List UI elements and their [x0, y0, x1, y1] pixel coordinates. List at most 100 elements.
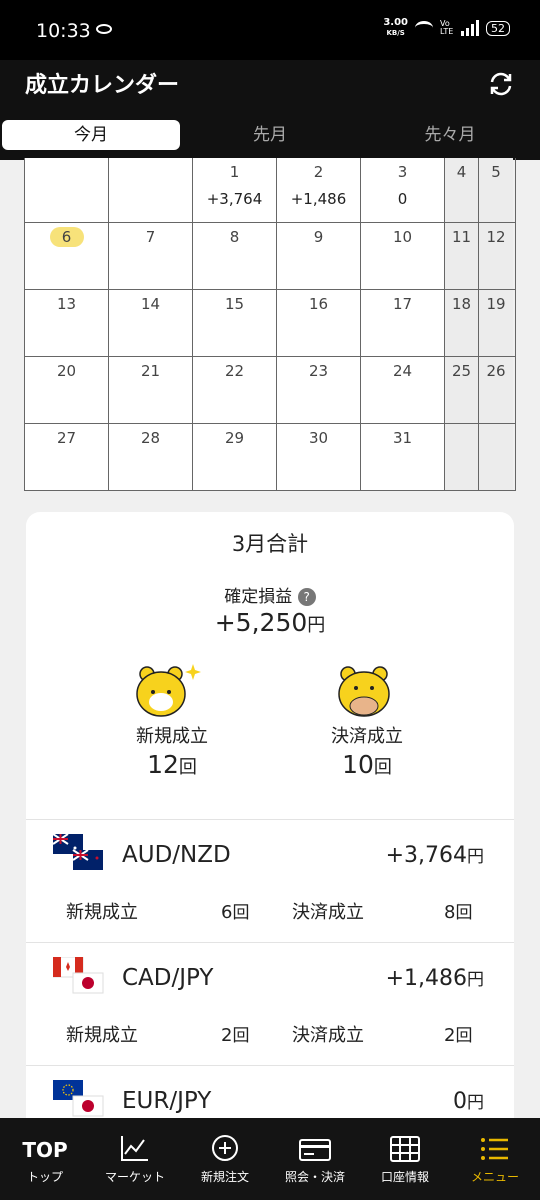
calendar-day-number: 5: [491, 163, 501, 181]
calendar-day-number: 9: [313, 228, 324, 246]
calendar-day-number: 16: [308, 295, 329, 313]
calendar-day-number: 14: [140, 295, 161, 313]
tiger-mascot-icon: [136, 664, 201, 717]
calendar-week-row: 1 +3,764 2 +1,486 3 0 4 5: [25, 158, 515, 222]
calendar-day-cell[interactable]: 28: [109, 424, 193, 490]
calendar-day-number: 26: [486, 362, 506, 380]
calendar-day-cell[interactable]: 12: [479, 223, 513, 289]
calendar-day-cell[interactable]: 31: [361, 424, 445, 490]
calendar-day-cell[interactable]: 8: [193, 223, 277, 289]
summary-card: 3月合計 確定損益 ? +5,250円 新規成立 12回 決済成立 10回 AU…: [26, 512, 514, 1200]
calendar-day-cell[interactable]: 23: [277, 357, 361, 423]
pair-settle-count: 2回: [444, 1025, 473, 1046]
nav-market[interactable]: マーケット: [90, 1118, 180, 1200]
help-icon[interactable]: ?: [297, 588, 316, 606]
currency-pair-row[interactable]: CAD/JPY +1,486円 新規成立 2回 決済成立 2回: [26, 942, 514, 1065]
status-time: 10:33: [36, 20, 91, 42]
calendar-day-cell[interactable]: 30: [361, 158, 445, 222]
calendar-day-cell[interactable]: 16: [277, 290, 361, 356]
calendar-day-cell[interactable]: 5: [479, 158, 513, 222]
calendar-day-number: 8: [229, 228, 240, 246]
calendar-day-cell: [25, 158, 109, 222]
calendar-day-cell[interactable]: 18: [445, 290, 479, 356]
calendar-day-cell[interactable]: 15: [193, 290, 277, 356]
currency-pair-row[interactable]: AUD/NZD +3,764円 新規成立 6回 決済成立 8回: [26, 819, 514, 942]
calendar-day-cell[interactable]: 30: [277, 424, 361, 490]
calendar-day-cell[interactable]: 14: [109, 290, 193, 356]
pair-new-count: 2回: [221, 1025, 250, 1046]
status-bar: 10:33 3.00 KB/S Vo LTE 52: [0, 0, 540, 60]
calendar-day-cell[interactable]: 1 +3,764: [193, 158, 277, 222]
calendar-day-number: 11: [451, 228, 472, 246]
calendar-day-number: 29: [224, 429, 245, 447]
calendar-day-cell[interactable]: 21: [109, 357, 193, 423]
calendar-day-number: 30: [308, 429, 329, 447]
calendar-day-cell[interactable]: 29: [193, 424, 277, 490]
calendar-day-cell[interactable]: 22: [193, 357, 277, 423]
pair-pl: +3,764円: [385, 843, 484, 868]
calendar-day-cell[interactable]: 27: [25, 424, 109, 490]
calendar-day-number: 7: [145, 228, 156, 246]
calendar-day-cell[interactable]: 7: [109, 223, 193, 289]
calendar-day-number: 15: [224, 295, 245, 313]
bottom-nav: TOP トップ マーケット 新規注文 照会・決済 口座情報 メニュー: [0, 1118, 540, 1200]
today-highlight: 6: [49, 227, 84, 247]
calendar-day-cell[interactable]: 26: [479, 357, 513, 423]
nav-new-order[interactable]: 新規注文: [180, 1118, 270, 1200]
pair-settle-label: 決済成立: [292, 902, 364, 923]
calendar-day-cell[interactable]: 10: [361, 223, 445, 289]
pair-new-label: 新規成立: [66, 902, 138, 923]
tab-two-months-ago[interactable]: 先々月: [360, 120, 540, 150]
calendar-day-cell: [109, 158, 193, 222]
pair-pl: +1,486円: [385, 966, 484, 991]
calendar-grid: 1 +3,764 2 +1,486 3 0 4 5 6 7 8 9 10 11 12 13 14 15 16 17 18…: [24, 158, 516, 491]
calendar-day-number: [109, 162, 192, 182]
nav-menu[interactable]: メニュー: [450, 1118, 540, 1200]
calendar-day-number: 27: [56, 429, 77, 447]
nav-account-info[interactable]: 口座情報: [360, 1118, 450, 1200]
calendar-day-number: 4: [456, 163, 467, 181]
tab-this-month[interactable]: 今月: [2, 120, 180, 150]
calendar-day-number: 17: [392, 295, 413, 313]
app-header: 成立カレンダー 今月 先月 先々月: [0, 60, 540, 160]
volte-icon: Vo LTE: [440, 19, 454, 36]
calendar-day-cell: [445, 424, 479, 490]
page-title: 成立カレンダー: [25, 73, 180, 98]
calendar-day-number: [445, 428, 478, 448]
calendar-day-cell[interactable]: 4: [445, 158, 479, 222]
calendar-day-number: 19: [486, 295, 506, 313]
calendar-day-number: 28: [140, 429, 161, 447]
nav-inquiry-settlement[interactable]: 照会・決済: [270, 1118, 360, 1200]
calendar-day-number: 23: [308, 362, 329, 380]
calendar-day-cell[interactable]: 24: [361, 357, 445, 423]
calendar-day-cell[interactable]: 6: [25, 223, 109, 289]
wifi-icon: [415, 21, 433, 35]
calendar-day-cell: [479, 424, 513, 490]
nav-top[interactable]: TOP トップ: [0, 1118, 90, 1200]
calendar-day-number: 21: [140, 362, 161, 380]
settlements-count: 10回: [342, 750, 392, 779]
calendar-day-cell[interactable]: 20: [25, 357, 109, 423]
calendar-day-cell[interactable]: 13: [25, 290, 109, 356]
pair-pl: 0円: [453, 1089, 484, 1114]
calendar-day-cell[interactable]: 11: [445, 223, 479, 289]
new-orders-label: 新規成立: [136, 726, 208, 747]
calendar-day-cell[interactable]: 2 +1,486: [277, 158, 361, 222]
pair-name: AUD/NZD: [122, 842, 231, 868]
realized-pl-label: 確定損益 ?: [26, 582, 514, 607]
tab-last-month[interactable]: 先月: [180, 120, 360, 150]
network-speed: 3.00 KB/S: [383, 17, 408, 38]
month-tabs: 今月 先月 先々月: [0, 120, 540, 150]
calendar-week-row: 13 14 15 16 17 18 19: [25, 289, 515, 356]
calendar-day-cell[interactable]: 25: [445, 357, 479, 423]
calendar-day-number: 6: [25, 227, 108, 247]
calendar-day-cell[interactable]: 9: [277, 223, 361, 289]
calendar-day-cell[interactable]: 17: [361, 290, 445, 356]
refresh-icon[interactable]: [487, 70, 515, 98]
calendar-day-pl: +1,486: [290, 190, 347, 208]
pair-name: EUR/JPY: [122, 1088, 212, 1114]
status-icons: 3.00 KB/S Vo LTE 52: [383, 18, 510, 38]
tiger-mascot-piggybank-icon: [338, 666, 390, 717]
calendar-day-cell[interactable]: 19: [479, 290, 513, 356]
calendar-day-number: 2: [313, 163, 324, 181]
